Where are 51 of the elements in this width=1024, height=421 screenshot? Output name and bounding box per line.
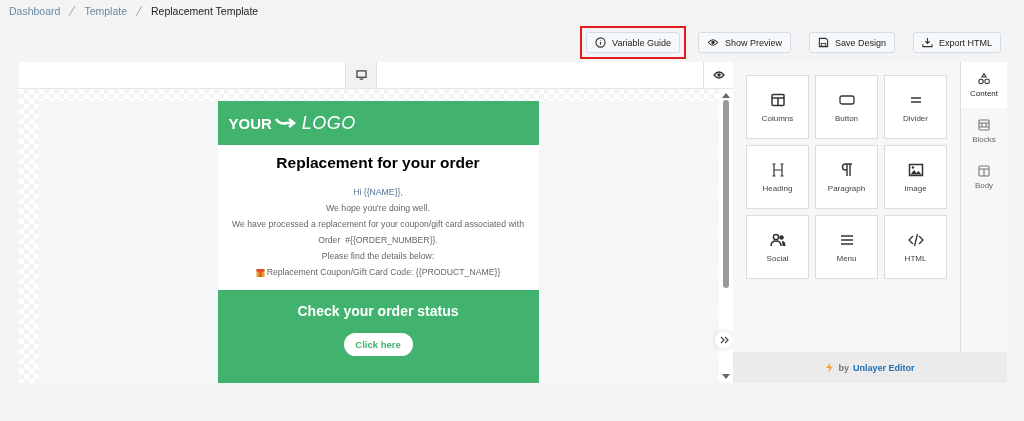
email-text: Hi {{NAME}}, bbox=[353, 186, 403, 199]
columns-icon bbox=[769, 91, 786, 108]
double-chevron-icon bbox=[719, 336, 729, 344]
sidebar-tab[interactable]: Blocks bbox=[961, 108, 1007, 154]
email-text: Please find the details below: bbox=[321, 250, 435, 263]
scroll-down-icon[interactable] bbox=[722, 374, 730, 379]
brand-link[interactable]: Unlayer Editor bbox=[853, 362, 915, 373]
desktop-view-tab[interactable] bbox=[345, 62, 377, 88]
image-icon bbox=[907, 161, 924, 178]
scrollbar[interactable] bbox=[719, 89, 733, 383]
content-tool[interactable]: Social bbox=[746, 215, 809, 279]
shapes-icon bbox=[978, 72, 990, 85]
cta-heading: Check your order status bbox=[297, 303, 459, 319]
blocks-icon bbox=[978, 118, 990, 131]
content-tool[interactable]: Heading bbox=[746, 145, 809, 209]
breadcrumb-link[interactable]: Dashboard bbox=[9, 5, 61, 17]
scroll-up-icon[interactable] bbox=[722, 93, 730, 98]
email-text: We have processed a replacement for your coupon/gift card associated with bbox=[232, 218, 524, 231]
content-tool[interactable]: Menu bbox=[815, 215, 878, 279]
sidebar-tab[interactable]: Content bbox=[961, 62, 1007, 108]
gift-icon bbox=[255, 267, 265, 277]
lightning-icon bbox=[825, 362, 835, 373]
content-tool[interactable]: Image bbox=[884, 145, 947, 209]
email-text: Replacement Coupon/Gift Card Code: {{PRODUCT_NAME}} bbox=[266, 266, 501, 279]
download-icon bbox=[922, 37, 933, 48]
content-tool[interactable]: Divider bbox=[884, 75, 947, 139]
eye-icon bbox=[706, 37, 719, 48]
email-text: We hope you're doing well. bbox=[326, 202, 430, 215]
info-icon bbox=[595, 37, 607, 48]
breadcrumb-separator bbox=[133, 5, 145, 17]
save-icon bbox=[817, 37, 829, 48]
toolbar-button[interactable]: Export HTML bbox=[913, 32, 1001, 53]
content-tool[interactable]: Columns bbox=[746, 75, 809, 139]
content-tool[interactable]: HTML bbox=[884, 215, 947, 279]
monitor-icon bbox=[355, 70, 367, 80]
sidebar-tab[interactable]: Body bbox=[961, 154, 1007, 200]
toolbar-button[interactable]: Show Preview bbox=[697, 32, 791, 53]
eye-icon bbox=[712, 70, 725, 80]
logo-text: LOGO bbox=[301, 112, 356, 134]
logo-text: YOUR bbox=[228, 114, 272, 132]
content-tool[interactable]: Paragraph bbox=[815, 145, 878, 209]
html-icon bbox=[907, 231, 924, 248]
social-icon bbox=[769, 231, 786, 248]
breadcrumb-link[interactable]: Replacement Template bbox=[151, 5, 259, 17]
toolbar-button[interactable]: Variable Guide bbox=[586, 32, 680, 53]
layout-icon bbox=[978, 164, 990, 177]
email-text: Order #{{ORDER_NUMBER}}. bbox=[318, 234, 438, 247]
content-tool[interactable]: Button bbox=[815, 75, 878, 139]
toolbar-button[interactable]: Save Design bbox=[808, 32, 895, 53]
footer-text: by bbox=[838, 362, 849, 373]
email-heading: Replacement for your order bbox=[275, 154, 481, 172]
